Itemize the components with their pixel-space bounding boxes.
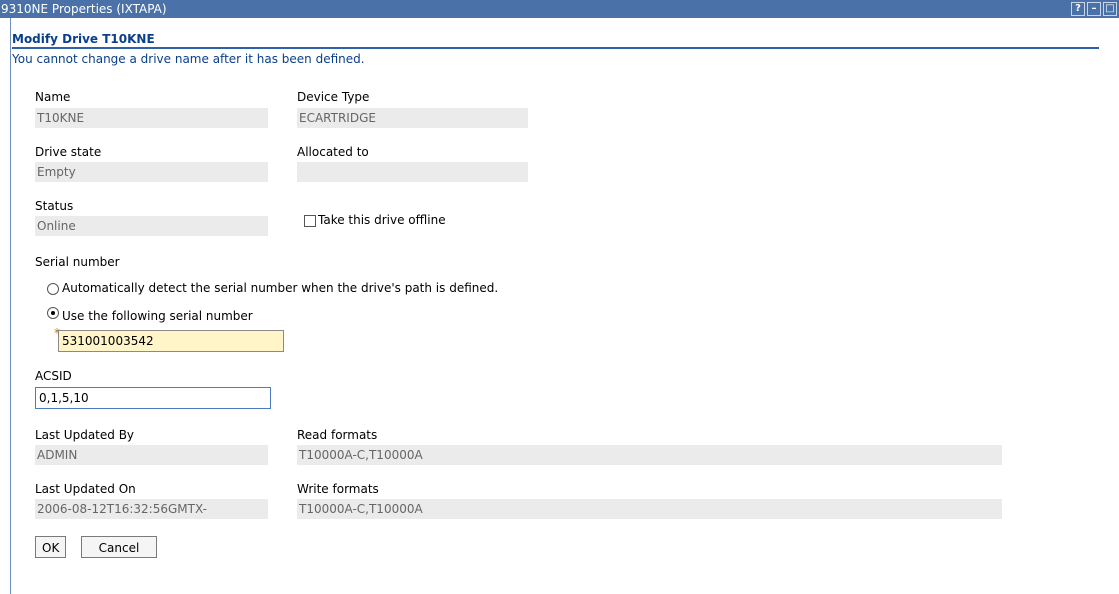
device-type-value: ECARTRIDGE <box>297 108 528 128</box>
heading-divider <box>12 47 1099 49</box>
window-title-bar: 9310NE Properties (IXTAPA) ? – □ <box>0 0 1119 18</box>
name-value: T10KNE <box>35 108 268 128</box>
help-icon[interactable]: ? <box>1071 2 1085 16</box>
ok-button[interactable]: OK <box>35 536 66 558</box>
write-formats-label: Write formats <box>297 482 379 496</box>
serial-manual-label: Use the following serial number <box>62 309 253 323</box>
status-value: Online <box>35 216 268 236</box>
serial-auto-radio[interactable] <box>47 283 59 295</box>
acsid-label: ACSID <box>35 369 72 383</box>
last-updated-by-value: ADMIN <box>35 445 268 465</box>
serial-number-input[interactable] <box>58 330 284 352</box>
device-type-label: Device Type <box>297 90 370 104</box>
name-label: Name <box>35 90 71 104</box>
window-title: 9310NE Properties (IXTAPA) <box>1 2 167 16</box>
allocated-to-value <box>297 162 528 182</box>
last-updated-on-label: Last Updated On <box>35 482 136 496</box>
page-title: Modify Drive T10KNE <box>12 32 155 46</box>
read-formats-label: Read formats <box>297 428 378 442</box>
info-message: You cannot change a drive name after it … <box>12 52 365 66</box>
take-offline-checkbox[interactable] <box>304 215 316 227</box>
drive-state-label: Drive state <box>35 145 102 159</box>
serial-number-label: Serial number <box>35 255 120 269</box>
serial-manual-radio[interactable] <box>47 307 59 319</box>
drive-state-value: Empty <box>35 162 268 182</box>
window-controls: ? – □ <box>1071 2 1117 16</box>
last-updated-by-label: Last Updated By <box>35 428 135 442</box>
cancel-button[interactable]: Cancel <box>81 536 157 558</box>
last-updated-on-value: 2006-08-12T16:32:56GMTX- <box>35 499 268 519</box>
serial-auto-label: Automatically detect the serial number w… <box>62 281 499 295</box>
allocated-to-label: Allocated to <box>297 145 369 159</box>
left-divider <box>10 18 11 594</box>
write-formats-value: T10000A-C,T10000A <box>297 499 1002 519</box>
status-label: Status <box>35 199 74 213</box>
acsid-input[interactable] <box>35 387 271 409</box>
take-offline-label: Take this drive offline <box>318 213 446 227</box>
minimize-icon[interactable]: – <box>1087 2 1101 16</box>
maximize-icon[interactable]: □ <box>1103 2 1117 16</box>
read-formats-value: T10000A-C,T10000A <box>297 445 1002 465</box>
